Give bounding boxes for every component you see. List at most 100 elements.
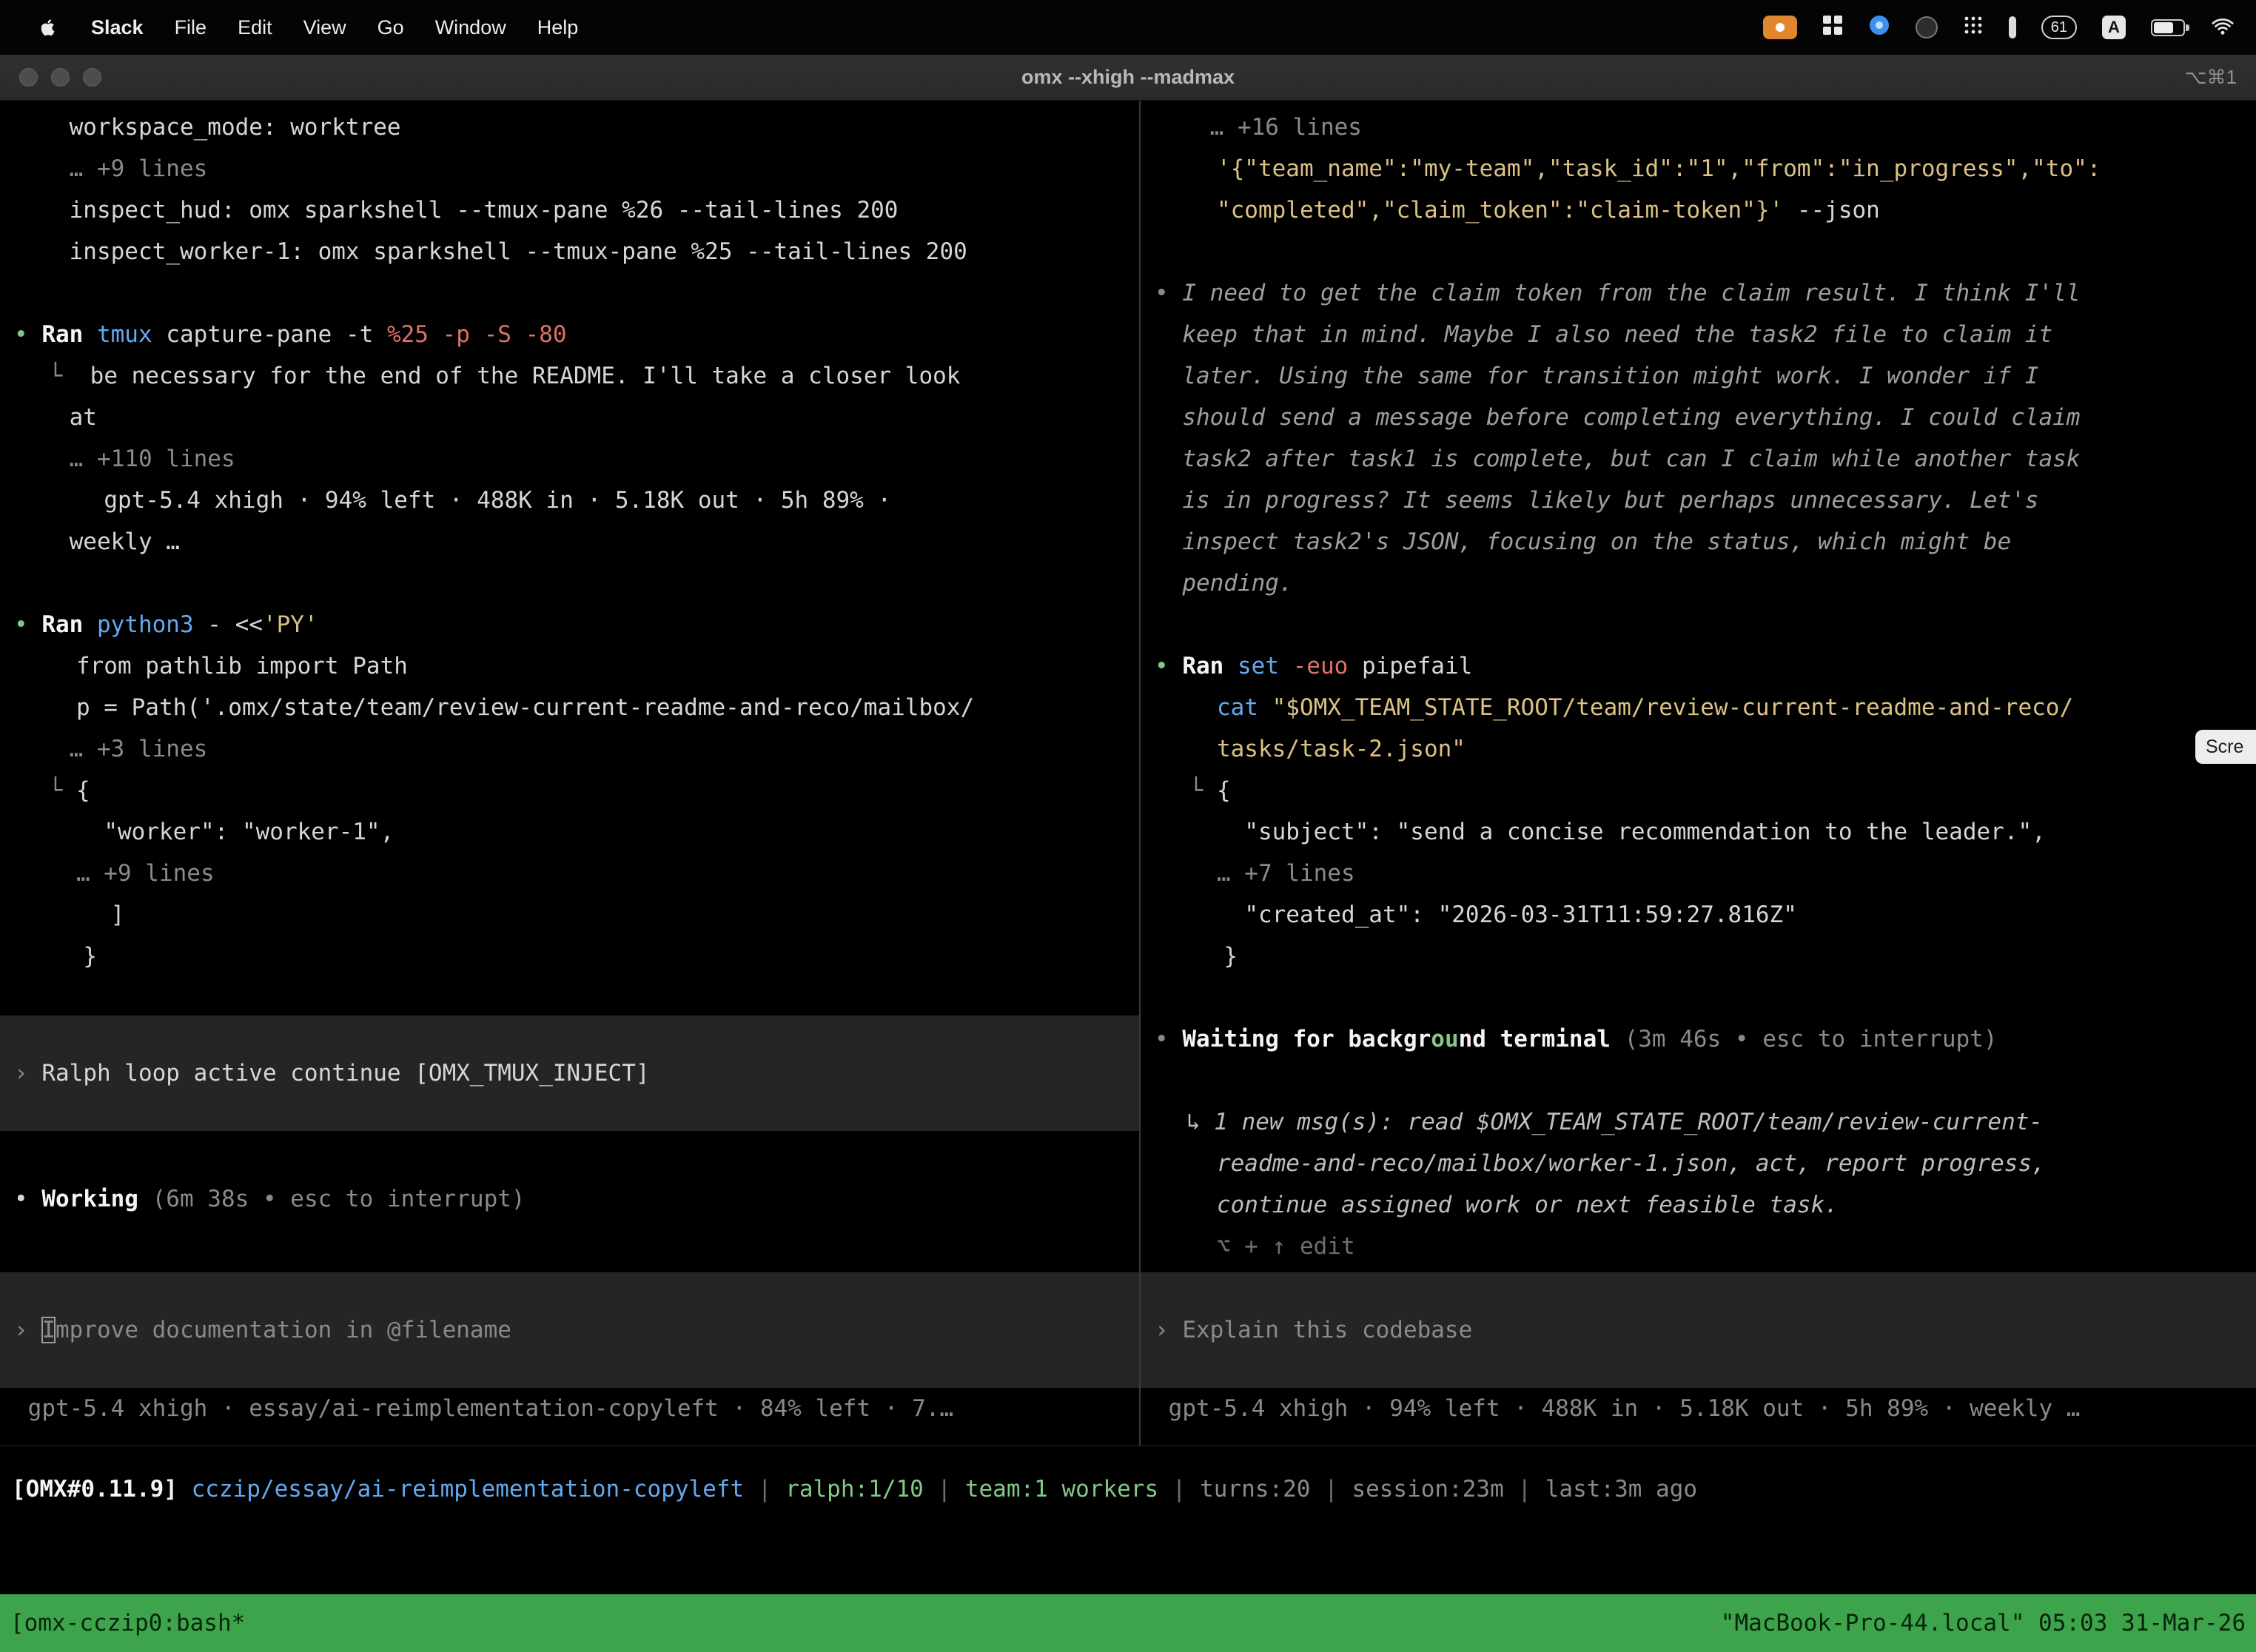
text-segment: task2 after task1 is complete, but can I…: [1182, 446, 2080, 472]
omx-status-segment: turns:20: [1200, 1476, 1310, 1502]
menu-item-file[interactable]: File: [175, 16, 207, 38]
terminal-line: cat "$OMX_TEAM_STATE_ROOT/team/review-cu…: [1141, 687, 2256, 728]
terminal-line: … +9 lines: [0, 853, 1139, 894]
text-segment: nd terminal: [1459, 1026, 1625, 1052]
menu-item-go[interactable]: Go: [377, 16, 404, 38]
text-segment: … +9 lines: [70, 155, 208, 182]
screen-overlay-chip[interactable]: Scre: [2195, 730, 2256, 764]
menu-item-edit[interactable]: Edit: [238, 16, 272, 38]
tmux-panes: workspace_mode: worktree … +9 lines inspec…: [0, 101, 2256, 1446]
text-segment: •: [1155, 280, 1182, 306]
tmux-status-bar: [omx-cczip0:bash* "MacBook-Pro-44.local"…: [0, 1594, 2256, 1652]
text-segment: ›: [14, 1317, 41, 1343]
text-segment: later. Using the same for transition mig…: [1182, 363, 2038, 389]
terminal-line: "subject": "send a concise recommendatio…: [1141, 811, 2256, 853]
minimize-button[interactable]: [51, 68, 70, 87]
text-segment: inspect task2's JSON, focusing on the st…: [1182, 528, 2011, 555]
text-segment: •: [1155, 653, 1182, 679]
text-segment: mprove documentation in @filename: [56, 1317, 511, 1343]
stat-badge[interactable]: 61: [2041, 16, 2077, 39]
terminal-line: inspect task2's JSON, focusing on the st…: [1141, 521, 2256, 563]
text-segment: ⌥ + ↑ edit: [1217, 1233, 1355, 1260]
text-segment: weekly …: [70, 528, 180, 555]
text-segment: capture-pane -t: [166, 321, 387, 348]
text-segment: 1 new msg(s): read $OMX_TEAM_STATE_ROOT/…: [1214, 1109, 2043, 1135]
terminal-line: ↳ 1 new msg(s): read $OMX_TEAM_STATE_ROO…: [1141, 1101, 2256, 1143]
text-segment: I: [41, 1317, 56, 1343]
prompt-input[interactable]: › Improve documentation in @filename: [0, 1272, 1139, 1388]
text-segment: Working: [41, 1186, 152, 1212]
blue-app-icon[interactable]: [1868, 14, 1890, 41]
text-segment: … +3 lines: [70, 736, 208, 762]
omx-status-segment: last:3m ago: [1545, 1476, 1697, 1502]
menu-item-help[interactable]: Help: [537, 16, 579, 38]
text-segment: gpt-5.4 xhigh · 94% left · 488K in · 5.1…: [1169, 1395, 2081, 1422]
text-segment: python3: [97, 611, 207, 638]
text-segment: (6m 38s • esc to interrupt): [152, 1186, 526, 1212]
text-segment: "subject": "send a concise recommendatio…: [1244, 819, 2046, 845]
menu-bar-status-icons: 61 A: [1763, 14, 2235, 41]
app-menu-slack[interactable]: Slack: [91, 16, 144, 39]
text-segment: "completed","claim_token":"claim-token"}…: [1217, 197, 1797, 224]
terminal-line: is in progress? It seems likely but perh…: [1141, 480, 2256, 521]
text-segment: └: [1189, 777, 1217, 804]
text-segment: I need to get the claim token from the c…: [1182, 280, 2080, 306]
terminal-line: … +3 lines: [0, 728, 1139, 770]
text-segment: Ran: [41, 611, 97, 638]
terminal-line: └ be necessary for the end of the README…: [0, 355, 1139, 397]
terminal-line: inspect_worker-1: omx sparkshell --tmux-…: [0, 231, 1139, 272]
terminal-line: [1141, 231, 2256, 272]
tmux-pane-left[interactable]: workspace_mode: worktree … +9 lines inspec…: [0, 101, 1141, 1446]
screen-recording-indicator[interactable]: [1763, 16, 1797, 39]
close-button[interactable]: [19, 68, 38, 87]
text-segment: gpt-5.4 xhigh · 94% left · 488K in · 5.1…: [104, 487, 891, 514]
text-segment: "created_at": "2026-03-31T11:59:27.816Z": [1244, 901, 1797, 928]
text-segment: at: [70, 404, 97, 431]
terminal-line: └ {: [0, 770, 1139, 811]
ralph-loop-banner[interactable]: › Ralph loop active continue [OMX_TMUX_I…: [0, 1015, 1139, 1131]
text-segment: workspace_mode: worktree: [70, 114, 401, 141]
tmux-pane-right[interactable]: … +16 lines'{"team_name":"my-team","task…: [1141, 101, 2256, 1446]
terminal-app-icon[interactable]: [1916, 16, 1938, 38]
dots-grid-icon[interactable]: [1963, 15, 1984, 41]
input-source-icon[interactable]: A: [2102, 16, 2126, 39]
text-segment: … +110 lines: [70, 446, 235, 472]
terminal-line: weekly …: [0, 521, 1139, 563]
text-segment: from pathlib import Path: [76, 653, 408, 679]
text-segment: └: [49, 777, 76, 804]
text-segment: ↳: [1186, 1109, 1214, 1135]
text-segment: •: [1155, 1026, 1182, 1052]
terminal-line: ⌥ + ↑ edit: [1141, 1226, 2256, 1267]
prompt-input[interactable]: › Explain this codebase: [1141, 1272, 2256, 1388]
text-segment: gpt-5.4 xhigh · essay/ai-reimplementatio…: [28, 1395, 953, 1422]
terminal-line: gpt-5.4 xhigh · 94% left · 488K in · 5.1…: [0, 480, 1139, 521]
text-segment: Ran: [1182, 653, 1238, 679]
menu-item-window[interactable]: Window: [435, 16, 506, 38]
menu-item-view[interactable]: View: [303, 16, 346, 38]
terminal-line: gpt-5.4 xhigh · essay/ai-reimplementatio…: [0, 1388, 1139, 1429]
terminal-line: readme-and-reco/mailbox/worker-1.json, a…: [1141, 1143, 2256, 1184]
terminal-line: › Improve documentation in @filename: [0, 1309, 1139, 1351]
window-title-bar[interactable]: omx --xhigh --madmax ⌥⌘1: [0, 55, 2256, 101]
terminal-line: • Ran set -euo pipefail: [1141, 645, 2256, 687]
omx-status-segment: session:23m: [1352, 1476, 1503, 1502]
slim-status-icon[interactable]: [2009, 16, 2016, 38]
terminal-line: › Ralph loop active continue [OMX_TMUX_I…: [0, 1052, 1139, 1094]
terminal-line: workspace_mode: worktree: [0, 107, 1139, 148]
zoom-button[interactable]: [83, 68, 101, 87]
battery-icon[interactable]: [2151, 19, 2185, 36]
wifi-icon[interactable]: [2210, 14, 2235, 41]
terminal-line: from pathlib import Path: [0, 645, 1139, 687]
text-segment: - <<: [207, 611, 263, 638]
tmux-host-clock: "MacBook-Pro-44.local" 05:03 31-Mar-26: [1721, 1610, 2246, 1636]
apple-menu-icon[interactable]: [38, 16, 58, 39]
text-segment: … +7 lines: [1217, 860, 1355, 887]
terminal-line: • Waiting for background terminal (3m 46…: [1141, 1018, 2256, 1060]
window-title: omx --xhigh --madmax: [0, 66, 2256, 89]
text-segment: tasks/task-2.json": [1217, 736, 1466, 762]
text-segment: ›: [1155, 1317, 1182, 1343]
omx-status-segment: team:1 workers: [965, 1476, 1158, 1502]
terminal-line: }: [1141, 936, 2256, 977]
window-grid-icon[interactable]: [1822, 15, 1843, 41]
terminal-line: later. Using the same for transition mig…: [1141, 355, 2256, 397]
